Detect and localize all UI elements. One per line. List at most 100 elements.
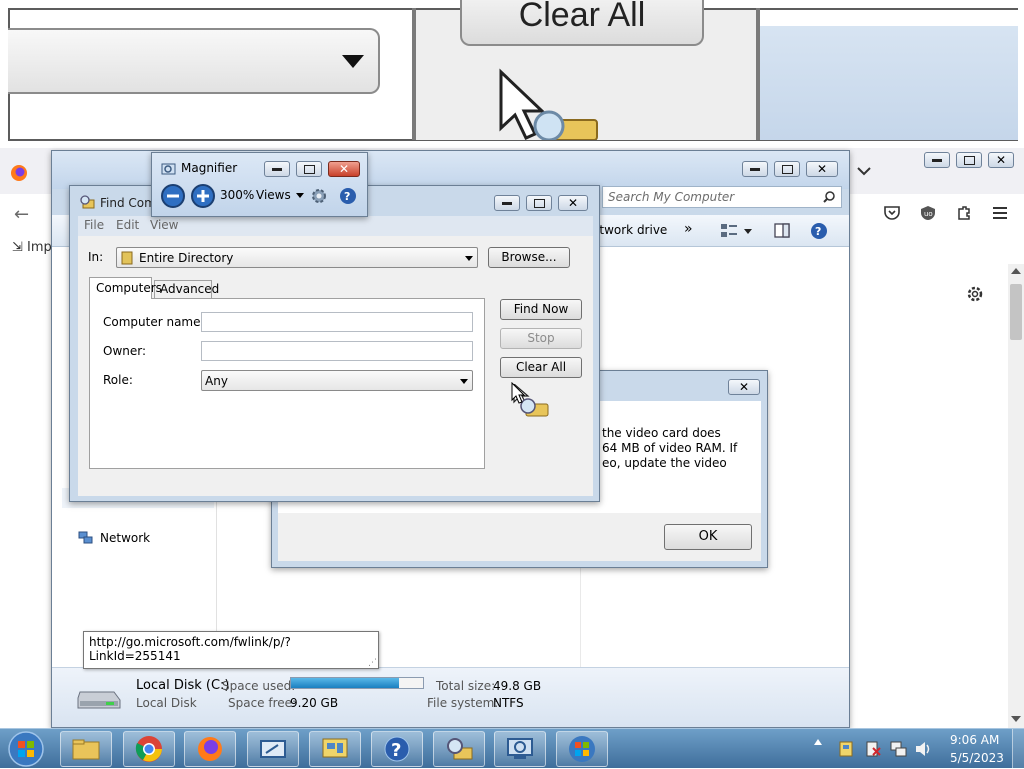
stop-button[interactable]: Stop xyxy=(500,328,582,349)
svg-text:?: ? xyxy=(391,740,401,761)
taskbar-help-button[interactable]: ? xyxy=(371,731,423,767)
pocket-icon[interactable] xyxy=(884,206,900,220)
zoomed-combo-arrow-icon xyxy=(342,55,364,68)
find-maximize-button[interactable] xyxy=(526,195,552,211)
scroll-down-icon[interactable] xyxy=(1011,716,1021,722)
ublock-icon[interactable]: uo xyxy=(920,205,936,221)
close-icon: ✕ xyxy=(816,162,828,176)
magnifier-help-icon[interactable]: ? xyxy=(339,187,357,205)
space-used-label: Space used: xyxy=(222,679,296,693)
ok-button[interactable]: OK xyxy=(664,524,752,550)
dialog-line-1: the video card does xyxy=(602,426,721,440)
browser-caption-buttons: ✕ xyxy=(924,152,1014,168)
magnifier-close-button[interactable]: ✕ xyxy=(328,161,360,177)
taskbar-app5-button[interactable] xyxy=(309,731,361,767)
in-location-combo[interactable]: Entire Directory xyxy=(116,247,478,268)
close-icon: ✕ xyxy=(567,196,579,210)
menu-file[interactable]: File xyxy=(84,218,104,232)
mouse-pointer-icon xyxy=(511,382,526,404)
change-view-icon[interactable] xyxy=(720,223,754,239)
magnifier-minimize-button[interactable] xyxy=(264,161,290,177)
scroll-thumb[interactable] xyxy=(1010,284,1022,340)
taskbar-app4-button[interactable] xyxy=(247,731,299,767)
owner-input[interactable] xyxy=(201,341,473,361)
toolbar-more-button[interactable]: » xyxy=(684,221,693,237)
dialog-close-button[interactable]: ✕ xyxy=(728,379,760,395)
tab-list-chevron-icon[interactable] xyxy=(856,164,872,178)
map-network-drive-button[interactable]: etwork drive xyxy=(592,223,667,237)
show-hidden-icons-icon[interactable] xyxy=(814,739,822,745)
menu-edit[interactable]: Edit xyxy=(116,218,139,232)
in-location-value: Entire Directory xyxy=(139,251,234,265)
tab-computers[interactable]: Computers xyxy=(89,277,162,299)
browser-restore-button[interactable] xyxy=(956,152,982,168)
window-app-icon xyxy=(260,740,286,758)
volume-icon[interactable] xyxy=(914,741,932,757)
computer-name-input[interactable] xyxy=(201,312,473,332)
clock-time[interactable]: 9:06 AM xyxy=(950,733,999,747)
find-now-button[interactable]: Find Now xyxy=(500,299,582,320)
extensions-icon[interactable] xyxy=(956,205,972,221)
details-pane: Local Disk (C:) Local Disk Space used: S… xyxy=(52,667,849,727)
role-combo[interactable]: Any xyxy=(201,370,473,391)
explorer-close-button[interactable]: ✕ xyxy=(806,161,838,177)
scroll-up-icon[interactable] xyxy=(1011,268,1021,274)
owner-label: Owner: xyxy=(103,344,147,358)
firefox-tab-icon[interactable] xyxy=(10,164,28,182)
preview-pane-icon[interactable] xyxy=(774,223,790,238)
find-client: In: Entire Directory Browse... Computers… xyxy=(78,236,593,496)
nav-item-network[interactable]: Network xyxy=(78,531,150,545)
browse-button[interactable]: Browse... xyxy=(488,247,570,268)
taskbar-explorer-button[interactable] xyxy=(60,731,112,767)
views-menu-button[interactable]: Views xyxy=(256,188,304,202)
find-window-title: Find Com xyxy=(100,196,156,210)
zoom-in-icon[interactable] xyxy=(190,183,216,209)
taskbar-magnifier-button[interactable] xyxy=(494,731,546,767)
dialog-message: the video card does 64 MB of video RAM. … xyxy=(602,426,737,471)
magnifier-maximize-button[interactable] xyxy=(296,161,322,177)
zoom-strip xyxy=(760,10,1018,26)
find-close-button[interactable]: ✕ xyxy=(558,195,588,211)
search-placeholder: Search My Computer xyxy=(608,190,735,204)
back-arrow-icon[interactable]: ← xyxy=(14,204,29,225)
browser-minimize-button[interactable] xyxy=(924,152,950,168)
network-icon xyxy=(78,531,93,544)
browser-close-button[interactable]: ✕ xyxy=(988,152,1014,168)
explorer-maximize-button[interactable] xyxy=(774,161,800,177)
tab-advanced[interactable]: Advanced xyxy=(154,280,219,298)
taskbar-search-button[interactable] xyxy=(433,731,485,767)
taskbar-chrome-button[interactable] xyxy=(123,731,175,767)
taskbar-firefox-button[interactable] xyxy=(184,731,236,767)
explorer-minimize-button[interactable] xyxy=(742,161,768,177)
menu-view[interactable]: View xyxy=(150,218,178,232)
import-bookmark[interactable]: ⇲ Imp xyxy=(12,240,52,255)
browser-scrollbar[interactable] xyxy=(1008,264,1024,730)
tray-app-icon[interactable] xyxy=(838,740,854,758)
menu-icon[interactable] xyxy=(992,207,1008,219)
magnifier-zoom-view: Clear All xyxy=(0,0,1024,148)
search-icon[interactable] xyxy=(823,191,835,203)
network-tray-icon[interactable] xyxy=(890,740,908,758)
close-icon: ✕ xyxy=(995,153,1007,167)
zoom-out-icon[interactable] xyxy=(160,183,186,209)
options-gear-icon[interactable] xyxy=(310,187,328,205)
minimize-icon xyxy=(750,167,760,171)
clear-all-button[interactable]: Clear All xyxy=(500,357,582,378)
show-desktop-button[interactable] xyxy=(1012,729,1024,769)
start-button-icon[interactable] xyxy=(6,731,46,767)
nav-network-label: Network xyxy=(100,531,151,545)
local-disk-icon xyxy=(77,691,121,709)
find-minimize-button[interactable] xyxy=(494,195,520,211)
close-icon: ✕ xyxy=(738,380,750,394)
minimize-icon xyxy=(502,201,512,205)
total-size-value: 49.8 GB xyxy=(493,679,542,693)
in-label: In: xyxy=(88,250,104,264)
taskbar-app9-button[interactable] xyxy=(556,731,608,767)
clock-date[interactable]: 5/5/2023 xyxy=(950,751,1004,765)
action-center-icon[interactable] xyxy=(864,740,882,758)
explorer-help-icon[interactable]: ? xyxy=(810,222,828,240)
magnifier-app-icon xyxy=(161,163,176,175)
settings-gear-icon[interactable] xyxy=(966,285,984,303)
tab-panel-computers: Computer name: Owner: Role: Any xyxy=(89,298,485,469)
explorer-search-box[interactable]: Search My Computer xyxy=(602,186,842,208)
